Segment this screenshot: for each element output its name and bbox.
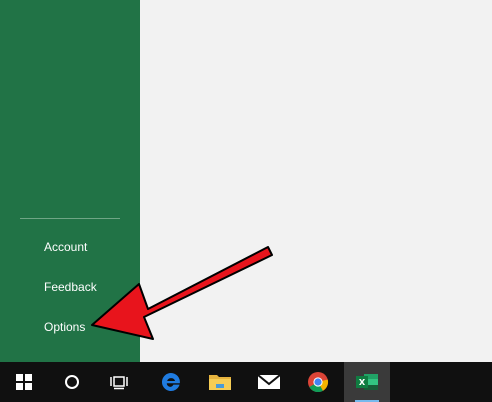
mail-icon <box>257 374 281 389</box>
file-explorer-taskbar-button[interactable] <box>200 362 240 402</box>
task-view-icon <box>110 376 128 390</box>
sidebar-item-feedback[interactable]: Feedback <box>44 280 97 294</box>
task-view-button[interactable] <box>99 362 139 402</box>
edge-browser-icon <box>161 373 180 391</box>
file-explorer-icon <box>209 375 231 390</box>
excel-taskbar-button[interactable] <box>344 362 390 402</box>
cortana-search-icon <box>65 375 79 389</box>
backstage-sidebar: Account Feedback Options <box>0 0 140 362</box>
backstage-content-area <box>140 0 492 362</box>
windows-start-icon <box>16 374 32 390</box>
mail-taskbar-button[interactable] <box>249 362 289 402</box>
sidebar-item-account[interactable]: Account <box>44 240 87 254</box>
windows-taskbar <box>0 362 492 402</box>
sidebar-divider <box>20 218 120 219</box>
chrome-icon <box>308 372 329 393</box>
chrome-taskbar-button[interactable] <box>298 362 338 402</box>
excel-icon <box>356 374 378 390</box>
edge-taskbar-button[interactable] <box>151 362 191 402</box>
search-button[interactable] <box>52 362 92 402</box>
start-button[interactable] <box>4 362 44 402</box>
sidebar-item-options[interactable]: Options <box>44 320 85 334</box>
